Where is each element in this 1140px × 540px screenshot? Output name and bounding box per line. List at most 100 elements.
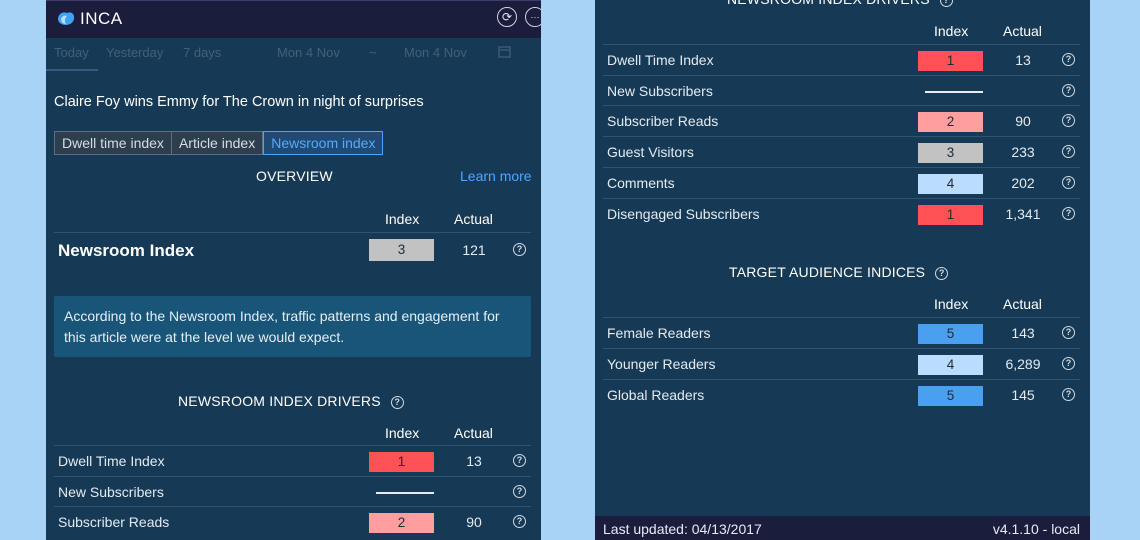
row-label: Comments [607,175,675,191]
row-label: Younger Readers [607,356,716,372]
help-icon[interactable]: ? [1062,357,1075,370]
row-label: Disengaged Subscribers [607,206,760,222]
help-icon[interactable]: ? [939,0,953,7]
index-type-tabs: Dwell time index Article index Newsroom … [54,131,384,155]
date-from[interactable]: Mon 4 Nov [277,45,340,60]
date-separator: ~ [369,45,377,60]
target-row-younger-readers: Younger Readers 4 6,289 ? [603,348,1080,379]
index-badge: 1 [369,452,434,472]
help-icon[interactable]: ? [1062,388,1075,401]
tab-article-index[interactable]: Article index [171,131,264,155]
tab-today[interactable]: Today [54,45,89,60]
actual-value: 6,289 [1005,356,1041,372]
driver-row-disengaged-subscribers: Disengaged Subscribers 1 1,341 ? [603,198,1080,229]
actual-value: 90 [1015,113,1031,129]
row-label: Dwell Time Index [58,453,165,469]
help-icon[interactable]: ? [935,267,949,280]
newsroom-index-row: Newsroom Index 3 121 ? [54,232,531,267]
row-label: Guest Visitors [607,144,694,160]
tab-dwell-time-index[interactable]: Dwell time index [54,131,172,155]
col-header-index: Index [385,425,420,441]
index-badge: 2 [369,513,434,533]
help-icon[interactable]: ? [513,243,526,256]
help-icon[interactable]: ? [1062,207,1075,220]
inca-logo-icon [58,12,75,25]
help-icon[interactable]: ? [1062,84,1075,97]
index-badge: 5 [918,386,983,406]
row-label: Dwell Time Index [607,52,714,68]
driver-row-new-subscribers: New Subscribers ? [603,75,1080,106]
actual-value: 13 [466,453,482,469]
no-index-dash [376,492,434,494]
driver-row-guest-visitors: Guest Visitors 3 233 ? [603,136,1080,167]
col-header-actual: Actual [454,425,493,441]
title-bar: INCA ⟳ ··· ✕ [46,0,541,38]
help-icon[interactable]: ? [390,396,404,409]
help-icon[interactable]: ? [1062,176,1075,189]
help-icon[interactable]: ? [1062,53,1075,66]
article-title: Claire Foy wins Emmy for The Crown in ni… [54,94,424,110]
index-badge: 1 [918,205,983,225]
driver-row-dwell-time: Dwell Time Index 1 13 ? [603,44,1080,75]
index-badge: 3 [918,143,983,163]
driver-row-subscriber-reads: Subscriber Reads 2 90 ? [54,506,531,537]
active-tab-underline [46,69,98,71]
help-icon[interactable]: ? [513,454,526,467]
actual-value: 121 [462,242,486,258]
app-name: INCA [80,9,123,28]
index-badge: 3 [369,239,434,261]
help-icon[interactable]: ? [513,485,526,498]
help-icon[interactable]: ? [1062,326,1075,339]
driver-row-new-subscribers: New Subscribers ? [54,476,531,507]
help-icon[interactable]: ? [1062,145,1075,158]
driver-row-dwell-time: Dwell Time Index 1 13 ? [54,445,531,476]
actual-value: 1,341 [1005,206,1041,222]
actual-value: 145 [1011,387,1035,403]
row-label: New Subscribers [607,83,713,99]
actual-value: 202 [1011,175,1035,191]
driver-row-comments: Comments 4 202 ? [603,167,1080,198]
inca-panel-scrolled: NEWSROOM INDEX DRIVERS? Index Actual Dwe… [595,0,1090,540]
col-header-index: Index [934,296,969,312]
last-updated: Last updated: 04/13/2017 [603,521,762,537]
info-message: According to the Newsroom Index, traffic… [54,296,531,357]
col-header-actual: Actual [1003,23,1042,39]
target-row-female-readers: Female Readers 5 143 ? [603,317,1080,348]
index-badge: 1 [918,51,983,71]
row-label: Global Readers [607,387,705,403]
index-badge: 5 [918,324,983,344]
tab-yesterday[interactable]: Yesterday [106,45,163,60]
index-badge: 4 [918,355,983,375]
target-audience-title-text: TARGET AUDIENCE INDICES [729,264,926,280]
target-audience-title: TARGET AUDIENCE INDICES? [729,264,949,280]
refresh-button[interactable]: ⟳ [497,7,517,27]
help-icon[interactable]: ? [1062,114,1075,127]
footer-bar: Last updated: 04/13/2017 v4.1.10 - local [595,516,1090,540]
overview-title: OVERVIEW [256,168,333,184]
row-label: New Subscribers [58,484,164,500]
date-range-tabs: Today Yesterday 7 days Mon 4 Nov ~ Mon 4… [46,37,541,71]
more-button[interactable]: ··· [525,7,541,27]
index-badge: 4 [918,174,983,194]
drivers-title: NEWSROOM INDEX DRIVERS? [727,0,953,7]
refresh-icon: ⟳ [501,10,513,24]
calendar-icon[interactable] [498,45,511,58]
inca-panel-top: INCA ⟳ ··· ✕ Today Yesterday 7 days Mon … [46,0,541,540]
col-header-actual: Actual [1003,296,1042,312]
tab-7-days[interactable]: 7 days [183,45,221,60]
help-icon[interactable]: ? [513,515,526,528]
date-to[interactable]: Mon 4 Nov [404,45,467,60]
newsroom-index-label: Newsroom Index [58,241,195,260]
drivers-title: NEWSROOM INDEX DRIVERS? [178,393,404,409]
col-header-actual: Actual [454,211,493,227]
learn-more-link[interactable]: Learn more [460,168,532,184]
more-icon: ··· [530,12,540,22]
row-label: Subscriber Reads [607,113,719,129]
driver-row-subscriber-reads: Subscriber Reads 2 90 ? [603,105,1080,136]
actual-value: 143 [1011,325,1035,341]
row-label: Subscriber Reads [58,514,170,530]
tab-newsroom-index[interactable]: Newsroom index [263,131,384,155]
row-label: Female Readers [607,325,711,341]
drivers-title-text: NEWSROOM INDEX DRIVERS [727,0,930,7]
actual-value: 90 [466,514,482,530]
